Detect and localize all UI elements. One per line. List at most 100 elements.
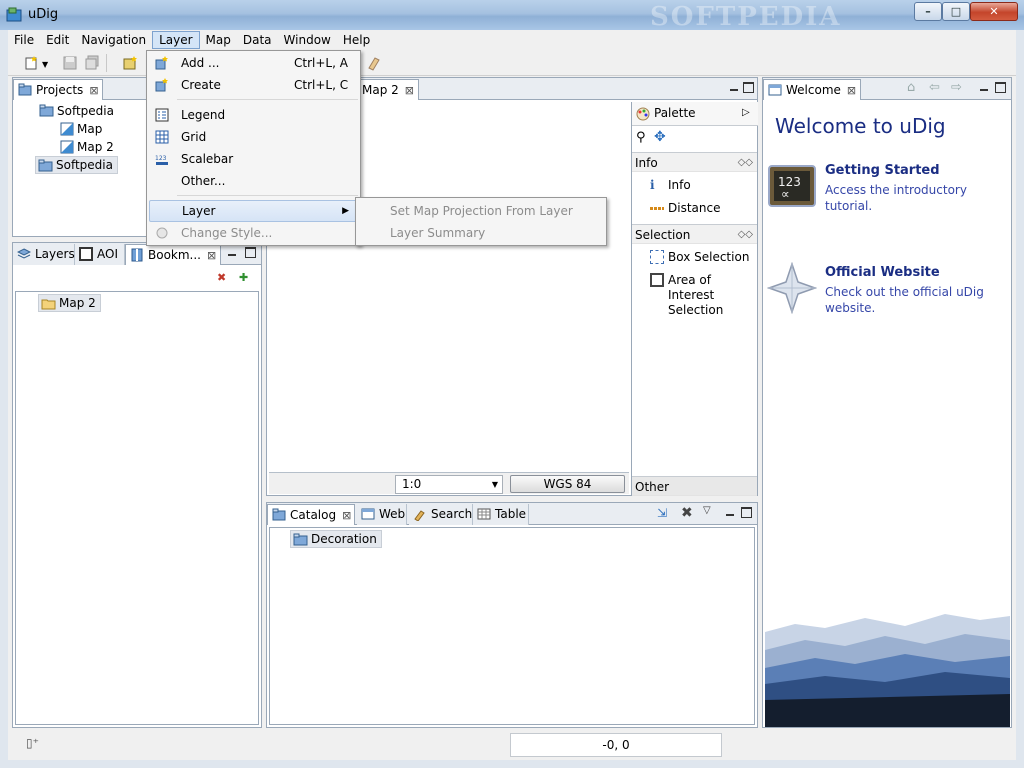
close-button[interactable]: ✕ bbox=[970, 2, 1018, 21]
palette-item-box-selection[interactable]: Box Selection bbox=[650, 250, 749, 265]
catalog-tabstrip: Catalog ⊠ Web Search Table ⇲ ✖ ▽ bbox=[267, 503, 757, 525]
maximize-button[interactable]: □ bbox=[942, 2, 970, 21]
collapse-icon[interactable]: ◇◇ bbox=[738, 225, 753, 245]
tab-table[interactable]: Table bbox=[473, 504, 529, 525]
pan-icon[interactable]: ✥ bbox=[654, 129, 666, 145]
maximize-icon[interactable] bbox=[743, 82, 754, 93]
scale-combo[interactable]: 1:0 ▼ bbox=[395, 475, 503, 494]
minimize-icon[interactable] bbox=[725, 507, 736, 518]
layer-submenu: Set Map Projection From Layer Layer Summ… bbox=[355, 197, 607, 246]
tab-search-label: Search bbox=[431, 507, 473, 521]
tab-welcome[interactable]: Welcome ⊠ bbox=[763, 79, 861, 100]
official-website-icon[interactable] bbox=[767, 262, 817, 314]
new-icon[interactable] bbox=[24, 55, 40, 71]
palette-section-info[interactable]: Info ◇◇ bbox=[632, 152, 757, 172]
tab-catalog[interactable]: Catalog ⊠ bbox=[267, 504, 355, 525]
minimize-icon[interactable] bbox=[729, 82, 740, 93]
palette-item-info[interactable]: i Info bbox=[650, 178, 691, 193]
tree-item-decoration[interactable]: Decoration bbox=[290, 530, 382, 548]
getting-started-description[interactable]: Access the introductory tutorial. bbox=[825, 182, 975, 214]
menu-data[interactable]: Data bbox=[237, 31, 278, 49]
official-website-description[interactable]: Check out the official uDig website. bbox=[825, 284, 1000, 316]
home-icon[interactable]: ⌂ bbox=[907, 80, 915, 95]
tab-aoi[interactable]: AOI bbox=[75, 244, 125, 265]
submenu-item-layer-summary[interactable]: Layer Summary bbox=[390, 222, 485, 244]
tab-search[interactable]: Search bbox=[409, 504, 473, 525]
tab-layers[interactable]: Layers bbox=[13, 244, 75, 265]
tree-item-map[interactable]: Map bbox=[57, 120, 102, 138]
official-website-link[interactable]: Official Website bbox=[825, 265, 940, 280]
submenu-item-set-projection[interactable]: Set Map Projection From Layer bbox=[390, 200, 573, 222]
menu-item-create[interactable]: Create Ctrl+L, C bbox=[149, 74, 358, 96]
menu-item-add[interactable]: Add ... Ctrl+L, A bbox=[149, 52, 358, 74]
getting-started-icon[interactable]: 123 ∝ bbox=[767, 162, 817, 212]
tab-web[interactable]: Web bbox=[357, 504, 407, 525]
web-icon bbox=[361, 508, 375, 520]
minimize-icon[interactable] bbox=[979, 82, 990, 93]
triangle-right-icon[interactable]: ▷ bbox=[742, 107, 750, 118]
svg-text:∝: ∝ bbox=[781, 187, 790, 201]
menu-map[interactable]: Map bbox=[200, 31, 237, 49]
tab-projects[interactable]: Projects ⊠ bbox=[13, 79, 103, 100]
map-icon bbox=[60, 140, 74, 154]
menu-item-other[interactable]: Other... bbox=[149, 170, 358, 192]
maximize-icon[interactable] bbox=[245, 247, 256, 258]
watermark-text: SOFTPEDIA bbox=[650, 2, 842, 32]
menu-help[interactable]: Help bbox=[337, 31, 376, 49]
tree-item-project[interactable]: Softpedia bbox=[37, 102, 114, 120]
window-title: uDig bbox=[28, 7, 59, 22]
save-all-icon[interactable] bbox=[84, 55, 100, 71]
collapse-icon[interactable]: ◇◇ bbox=[738, 153, 753, 173]
palette-section-label: Other bbox=[635, 480, 670, 494]
menu-item-legend[interactable]: Legend bbox=[149, 104, 358, 126]
tree-item-project-selected[interactable]: Softpedia bbox=[35, 156, 118, 174]
menu-navigation[interactable]: Navigation bbox=[75, 31, 152, 49]
palette-section-selection[interactable]: Selection ◇◇ bbox=[632, 224, 757, 244]
fast-view-icon[interactable]: ▯⁺ bbox=[26, 736, 39, 750]
eraser-icon[interactable] bbox=[366, 55, 382, 71]
save-icon[interactable] bbox=[62, 55, 78, 71]
new-dropdown-icon[interactable]: ▼ bbox=[42, 60, 48, 69]
layers-tabstrip: Layers AOI Bookm... ⊠ bbox=[13, 243, 261, 265]
menu-item-scalebar[interactable]: 123 Scalebar bbox=[149, 148, 358, 170]
maximize-icon[interactable] bbox=[741, 507, 752, 518]
menu-item-layer-submenu[interactable]: Layer ▶ bbox=[149, 200, 358, 222]
submenu-arrow-icon: ▶ bbox=[342, 206, 349, 216]
back-icon[interactable]: ⇦ bbox=[929, 80, 940, 95]
close-icon[interactable]: ⊠ bbox=[89, 84, 98, 97]
import-icon[interactable]: ⇲ bbox=[657, 506, 667, 520]
view-menu-icon[interactable]: ▽ bbox=[703, 505, 711, 516]
close-icon[interactable]: ⊠ bbox=[342, 509, 351, 522]
add-layer-toolbar-icon[interactable] bbox=[122, 55, 138, 71]
maximize-icon[interactable] bbox=[995, 82, 1006, 93]
scalebar-icon: 123 bbox=[155, 155, 168, 165]
palette-item-distance[interactable]: Distance bbox=[650, 201, 720, 216]
zoom-icon[interactable]: ⚲ bbox=[636, 130, 646, 145]
search-icon bbox=[414, 510, 425, 521]
aoi-selection-icon bbox=[650, 273, 664, 287]
remove-bookmark-icon[interactable]: ✖ bbox=[217, 271, 226, 284]
remove-icon[interactable]: ✖ bbox=[681, 505, 693, 521]
tree-item-map-selected[interactable]: Map 2 bbox=[38, 294, 101, 312]
close-icon[interactable]: ⊠ bbox=[405, 84, 414, 97]
tab-bookmarks[interactable]: Bookm... ⊠ bbox=[125, 244, 221, 265]
tree-item-map[interactable]: Map 2 bbox=[57, 138, 114, 156]
forward-icon[interactable]: ⇨ bbox=[951, 80, 962, 95]
menu-item-change-style[interactable]: Change Style... bbox=[149, 222, 358, 244]
menu-window[interactable]: Window bbox=[278, 31, 337, 49]
menu-file[interactable]: File bbox=[8, 31, 40, 49]
palette-item-aoi-selection[interactable]: Area of Interest Selection bbox=[650, 273, 754, 318]
add-bookmark-icon[interactable]: ✚ bbox=[239, 271, 248, 284]
getting-started-link[interactable]: Getting Started bbox=[825, 163, 940, 178]
close-icon[interactable]: ⊠ bbox=[207, 249, 216, 262]
palette-section-other[interactable]: Other bbox=[632, 476, 757, 496]
menu-layer[interactable]: Layer bbox=[152, 31, 200, 49]
close-icon[interactable]: ⊠ bbox=[847, 84, 856, 97]
crs-button[interactable]: WGS 84 bbox=[510, 475, 625, 493]
menu-edit[interactable]: Edit bbox=[40, 31, 75, 49]
project-folder-icon bbox=[39, 104, 54, 117]
bookmark-icon bbox=[131, 248, 143, 262]
menu-item-grid[interactable]: Grid bbox=[149, 126, 358, 148]
minimize-button[interactable]: – bbox=[914, 2, 942, 21]
minimize-icon[interactable] bbox=[227, 247, 238, 258]
